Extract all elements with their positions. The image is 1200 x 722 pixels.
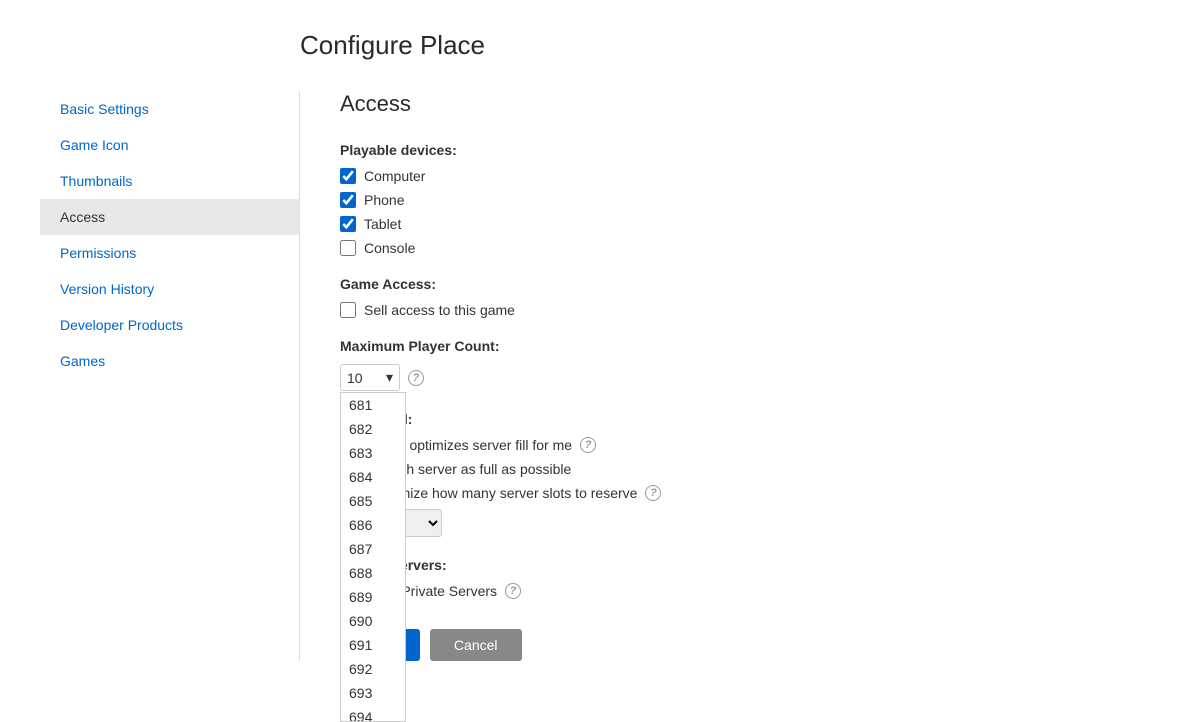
sell-access-checkbox[interactable] (340, 302, 356, 318)
dropdown-item-689[interactable]: 689 (341, 585, 405, 609)
phone-label: Phone (364, 192, 404, 208)
console-checkbox[interactable] (340, 240, 356, 256)
dropdown-item-686[interactable]: 686 (341, 513, 405, 537)
radio-fill-full-row: Fill each server as full as possible (340, 461, 1120, 477)
server-fill-customize-dropdown-row: None (362, 509, 1120, 537)
player-count-dropdown-list: 681 682 683 684 685 686 687 688 689 690 … (340, 392, 406, 722)
sidebar: Basic Settings Game Icon Thumbnails Acce… (40, 91, 300, 661)
sidebar-item-developer-products[interactable]: Developer Products (40, 307, 299, 343)
phone-checkbox[interactable] (340, 192, 356, 208)
sidebar-item-games[interactable]: Games (40, 343, 299, 379)
private-servers-label: Private Servers: (340, 557, 1120, 573)
game-access-group: Game Access: Sell access to this game (340, 276, 1120, 318)
computer-label: Computer (364, 168, 425, 184)
server-fill-group: Server Fill: Roblox optimizes server fil… (340, 411, 1120, 537)
tablet-label: Tablet (364, 216, 401, 232)
max-player-count-help-icon[interactable]: ? (408, 370, 424, 386)
roblox-optimizes-help-icon[interactable]: ? (580, 437, 596, 453)
sell-access-label: Sell access to this game (364, 302, 515, 318)
max-player-count-row: 10 ▾ 681 682 683 684 685 686 687 688 (340, 364, 1120, 391)
customize-help-icon[interactable]: ? (645, 485, 661, 501)
radio-roblox-optimizes-row: Roblox optimizes server fill for me ? (340, 437, 1120, 453)
dropdown-item-687[interactable]: 687 (341, 537, 405, 561)
console-label: Console (364, 240, 415, 256)
sidebar-item-basic-settings[interactable]: Basic Settings (40, 91, 299, 127)
dropdown-item-681[interactable]: 681 (341, 393, 405, 417)
sidebar-item-thumbnails[interactable]: Thumbnails (40, 163, 299, 199)
dropdown-item-683[interactable]: 683 (341, 441, 405, 465)
sidebar-item-version-history[interactable]: Version History (40, 271, 299, 307)
player-count-value: 10 (347, 370, 363, 386)
playable-devices-group: Playable devices: Computer Phone Tablet … (340, 142, 1120, 256)
player-count-trigger[interactable]: 10 ▾ (340, 364, 400, 391)
dropdown-item-694[interactable]: 694 (341, 705, 405, 722)
checkbox-computer-row: Computer (340, 168, 1120, 184)
dropdown-item-692[interactable]: 692 (341, 657, 405, 681)
access-section-title: Access (340, 91, 1120, 117)
dropdown-item-693[interactable]: 693 (341, 681, 405, 705)
dropdown-item-682[interactable]: 682 (341, 417, 405, 441)
sidebar-item-game-icon[interactable]: Game Icon (40, 127, 299, 163)
sidebar-item-access[interactable]: Access (40, 199, 299, 235)
allow-private-servers-row: Allow Private Servers ? (340, 583, 1120, 599)
private-servers-help-icon[interactable]: ? (505, 583, 521, 599)
dropdown-item-690[interactable]: 690 (341, 609, 405, 633)
game-access-label: Game Access: (340, 276, 1120, 292)
sidebar-item-permissions[interactable]: Permissions (40, 235, 299, 271)
max-player-count-label: Maximum Player Count: (340, 338, 1120, 354)
page-title: Configure Place (300, 30, 1160, 61)
computer-checkbox[interactable] (340, 168, 356, 184)
dropdown-item-691[interactable]: 691 (341, 633, 405, 657)
private-servers-group: Private Servers: Allow Private Servers ? (340, 557, 1120, 599)
dropdown-item-685[interactable]: 685 (341, 489, 405, 513)
server-fill-label: Server Fill: (340, 411, 1120, 427)
cancel-button[interactable]: Cancel (430, 629, 522, 661)
chevron-down-icon: ▾ (386, 369, 393, 386)
max-player-count-group: Maximum Player Count: 10 ▾ 681 682 683 6… (340, 338, 1120, 391)
tablet-checkbox[interactable] (340, 216, 356, 232)
player-count-dropdown-container: 10 ▾ 681 682 683 684 685 686 687 688 (340, 364, 400, 391)
sell-access-row: Sell access to this game (340, 302, 1120, 318)
button-row: Save Cancel (340, 629, 1120, 661)
checkbox-console-row: Console (340, 240, 1120, 256)
radio-customize-row: Customize how many server slots to reser… (340, 485, 1120, 501)
playable-devices-label: Playable devices: (340, 142, 1120, 158)
checkbox-phone-row: Phone (340, 192, 1120, 208)
dropdown-item-688[interactable]: 688 (341, 561, 405, 585)
main-content: Access Playable devices: Computer Phone … (300, 91, 1160, 661)
dropdown-item-684[interactable]: 684 (341, 465, 405, 489)
checkbox-tablet-row: Tablet (340, 216, 1120, 232)
